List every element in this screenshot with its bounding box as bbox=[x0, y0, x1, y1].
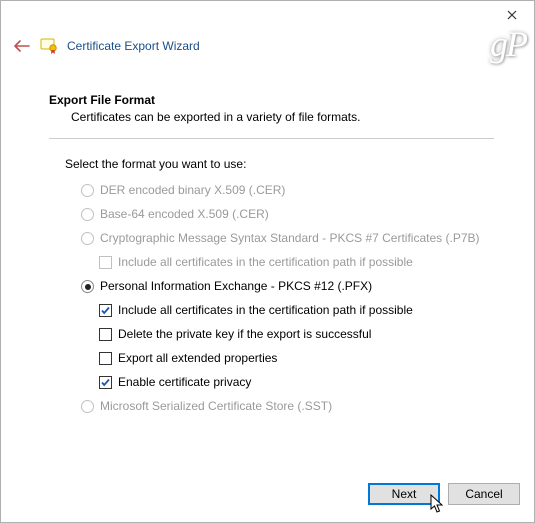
option-pfx-extended[interactable]: Export all extended properties bbox=[99, 351, 494, 366]
radio-base64 bbox=[81, 208, 94, 221]
content-area: Export File Format Certificates can be e… bbox=[1, 63, 534, 474]
option-pfx-privacy[interactable]: Enable certificate privacy bbox=[99, 375, 494, 390]
divider bbox=[49, 138, 494, 139]
check-icon bbox=[100, 377, 111, 388]
label-pfx-delete: Delete the private key if the export is … bbox=[118, 327, 371, 342]
wizard-window: Certificate Export Wizard gP Export File… bbox=[0, 0, 535, 523]
label-pfx-extended: Export all extended properties bbox=[118, 351, 277, 366]
format-options: DER encoded binary X.509 (.CER) Base-64 … bbox=[81, 183, 494, 414]
label-pfx-privacy: Enable certificate privacy bbox=[118, 375, 251, 390]
radio-der bbox=[81, 184, 94, 197]
checkbox-pfx-delete[interactable] bbox=[99, 328, 112, 341]
label-der: DER encoded binary X.509 (.CER) bbox=[100, 183, 285, 198]
option-pfx-delete-key[interactable]: Delete the private key if the export is … bbox=[99, 327, 494, 342]
header-row: Certificate Export Wizard gP bbox=[1, 31, 534, 63]
radio-pkcs7 bbox=[81, 232, 94, 245]
next-button[interactable]: Next bbox=[368, 483, 440, 505]
label-pkcs7: Cryptographic Message Syntax Standard - … bbox=[100, 231, 480, 246]
label-pkcs7-chain: Include all certificates in the certific… bbox=[118, 255, 413, 270]
close-button[interactable] bbox=[489, 1, 534, 29]
checkbox-pfx-extended[interactable] bbox=[99, 352, 112, 365]
titlebar bbox=[1, 1, 534, 31]
footer: Next Cancel bbox=[1, 474, 534, 522]
option-base64: Base-64 encoded X.509 (.CER) bbox=[81, 207, 494, 222]
option-pkcs7: Cryptographic Message Syntax Standard - … bbox=[81, 231, 494, 246]
label-pfx-chain: Include all certificates in the certific… bbox=[118, 303, 413, 318]
radio-sst bbox=[81, 400, 94, 413]
certificate-icon bbox=[39, 36, 59, 56]
label-sst: Microsoft Serialized Certificate Store (… bbox=[100, 399, 332, 414]
radio-pfx[interactable] bbox=[81, 280, 94, 293]
checkbox-pkcs7-chain bbox=[99, 256, 112, 269]
section-subtext: Certificates can be exported in a variet… bbox=[71, 110, 494, 124]
option-pfx[interactable]: Personal Information Exchange - PKCS #12… bbox=[81, 279, 494, 294]
check-icon bbox=[100, 305, 111, 316]
checkbox-pfx-chain[interactable] bbox=[99, 304, 112, 317]
section-heading: Export File Format bbox=[49, 93, 494, 107]
option-sst: Microsoft Serialized Certificate Store (… bbox=[81, 399, 494, 414]
checkbox-pfx-privacy[interactable] bbox=[99, 376, 112, 389]
format-prompt: Select the format you want to use: bbox=[65, 157, 494, 171]
wizard-title: Certificate Export Wizard bbox=[67, 39, 200, 53]
back-button[interactable] bbox=[11, 35, 33, 57]
option-pkcs7-include-chain: Include all certificates in the certific… bbox=[99, 255, 494, 270]
cancel-button[interactable]: Cancel bbox=[448, 483, 520, 505]
label-base64: Base-64 encoded X.509 (.CER) bbox=[100, 207, 269, 222]
back-arrow-icon bbox=[14, 40, 30, 52]
close-icon bbox=[507, 10, 517, 20]
option-pfx-include-chain[interactable]: Include all certificates in the certific… bbox=[99, 303, 494, 318]
option-der: DER encoded binary X.509 (.CER) bbox=[81, 183, 494, 198]
label-pfx: Personal Information Exchange - PKCS #12… bbox=[100, 279, 372, 294]
